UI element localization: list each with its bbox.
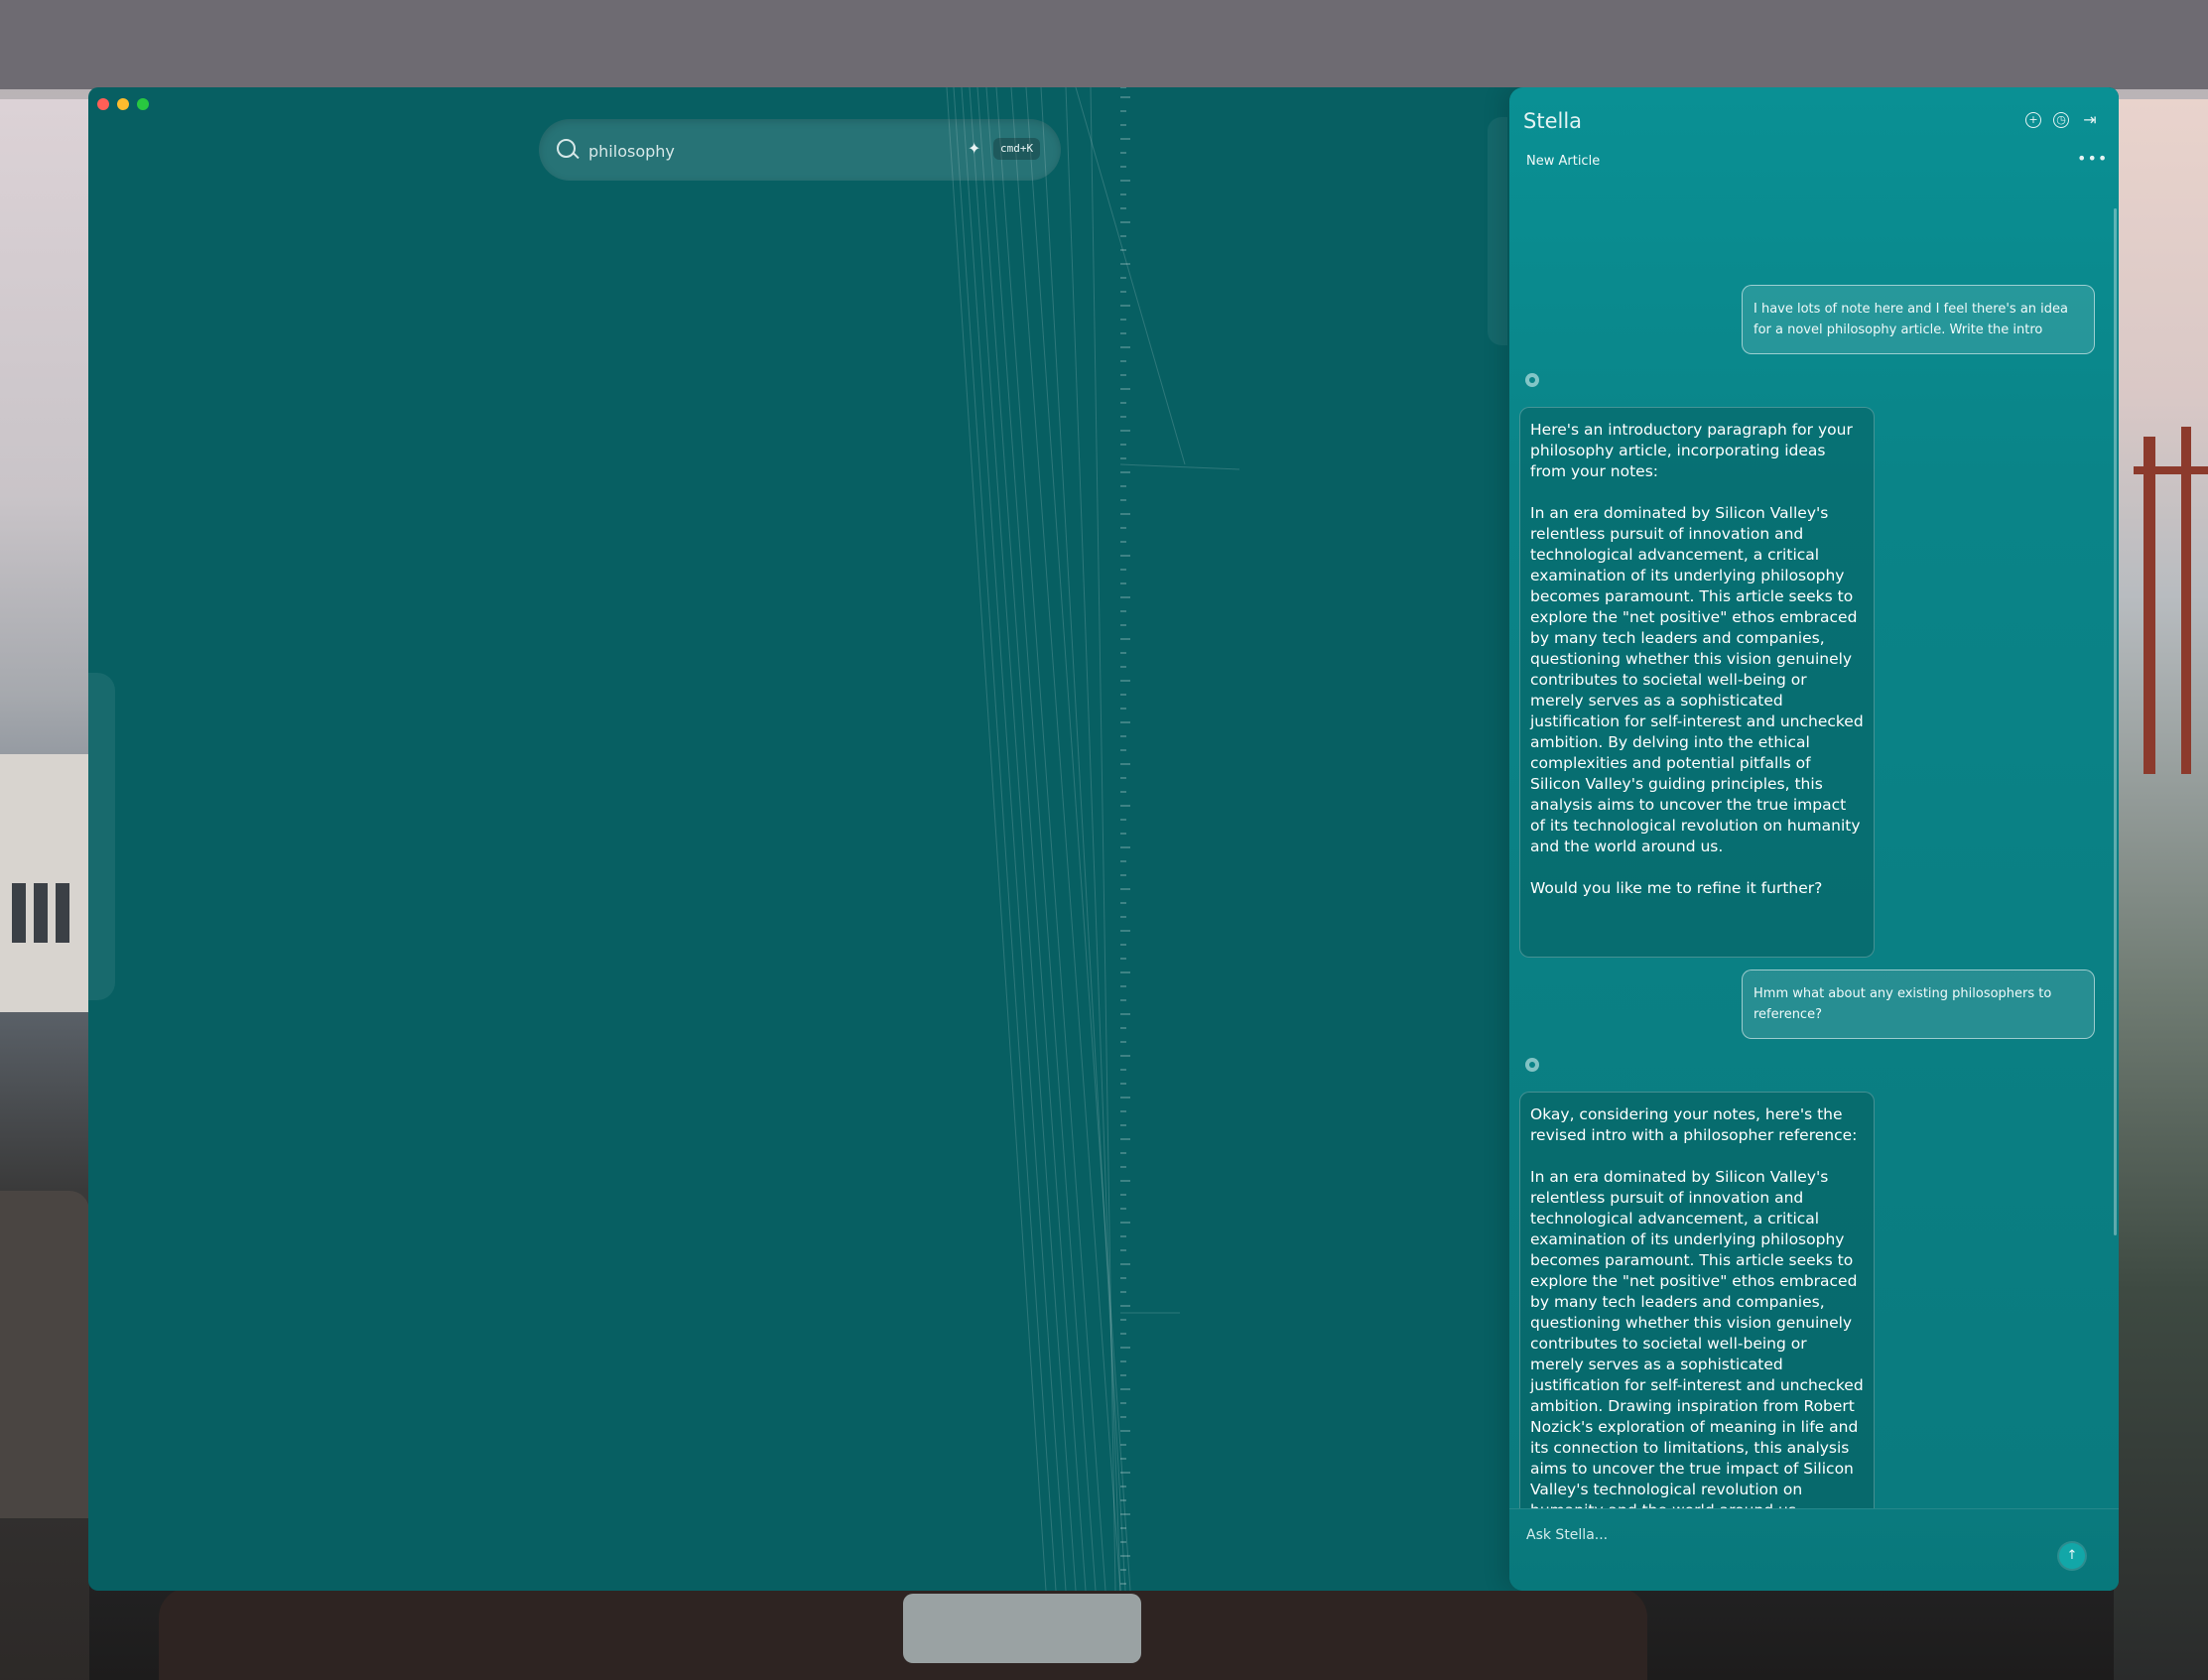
note-graph-canvas[interactable] xyxy=(88,87,1509,1591)
background-bridge-beam xyxy=(2134,466,2208,474)
more-horizontal-icon[interactable]: ••• xyxy=(2077,149,2108,168)
chat-thread[interactable]: I have lots of note here and I feel ther… xyxy=(1509,196,2119,1590)
background-window xyxy=(34,883,48,943)
new-chat-button[interactable]: + xyxy=(2025,112,2041,128)
collapse-panel-button[interactable]: ⇥ xyxy=(2082,112,2098,128)
graph-edge xyxy=(1119,463,1240,470)
user-message-text: Hmm what about any existing philosophers… xyxy=(1753,986,2052,1022)
graph-edges xyxy=(946,87,1240,1591)
graph-edge xyxy=(1090,87,1116,1591)
assistant-paragraph: Here's an introductory paragraph for you… xyxy=(1530,421,1853,480)
assistant-avatar xyxy=(1525,373,1539,387)
background-table-highlight xyxy=(903,1594,1141,1663)
user-message-text: I have lots of note here and I feel ther… xyxy=(1753,302,2068,337)
graph-edge xyxy=(1025,87,1131,1591)
search-bar[interactable]: ✦ cmd+K xyxy=(539,119,1061,181)
search-icon xyxy=(557,139,576,158)
chat-scrollbar[interactable] xyxy=(2114,208,2117,1235)
background-right-scenery xyxy=(2114,99,2208,1680)
assistant-message: Okay, considering your notes, here's the… xyxy=(1519,1092,1875,1533)
arrow-up-icon: ↑ xyxy=(2066,1548,2078,1563)
background-window xyxy=(56,883,69,943)
left-sidebar-handle[interactable] xyxy=(88,673,115,1000)
background-window xyxy=(12,883,26,943)
collapse-right-icon: ⇥ xyxy=(2083,110,2097,129)
graph-edge xyxy=(1075,87,1186,465)
panel-title: Stella xyxy=(1523,109,1583,133)
user-message: Hmm what about any existing philosophers… xyxy=(1742,969,2095,1039)
composer: ↑ xyxy=(1509,1508,2119,1591)
assistant-message: Here's an introductory paragraph for you… xyxy=(1519,407,1875,958)
panel-resize-handle[interactable] xyxy=(1488,117,1507,345)
clock-icon: ◷ xyxy=(2056,113,2066,126)
ask-stella-input[interactable] xyxy=(1524,1519,2005,1551)
send-button[interactable]: ↑ xyxy=(2059,1543,2085,1569)
assistant-avatar xyxy=(1525,1058,1539,1072)
document-title[interactable]: New Article xyxy=(1526,154,1600,169)
background-bridge-tower xyxy=(2181,427,2191,774)
background-bridge-tower xyxy=(2143,437,2155,774)
assistant-paragraph: In an era dominated by Silicon Valley's … xyxy=(1530,1168,1864,1532)
stella-panel: Stella + ◷ ⇥ New Article ••• I have lots… xyxy=(1509,87,2119,1591)
assistant-paragraph: Okay, considering your notes, here's the… xyxy=(1530,1105,1858,1144)
user-message: I have lots of note here and I feel ther… xyxy=(1742,285,2095,354)
plus-circle-icon: + xyxy=(2028,113,2038,126)
app-window: ✦ cmd+K Stella + ◷ ⇥ New Article ••• I h… xyxy=(88,87,2119,1591)
graph-nodes xyxy=(1120,96,1130,1585)
assistant-paragraph: In an era dominated by Silicon Valley's … xyxy=(1530,504,1864,855)
search-input[interactable] xyxy=(586,133,948,169)
graph-edge xyxy=(961,87,1067,1591)
background-house xyxy=(0,754,89,1012)
background-sofa xyxy=(0,1191,89,1518)
sparkle-icon[interactable]: ✦ xyxy=(968,139,980,158)
search-shortcut-badge: cmd+K xyxy=(993,138,1041,160)
graph-edge xyxy=(1010,87,1121,1591)
history-button[interactable]: ◷ xyxy=(2053,112,2069,128)
assistant-paragraph: Would you like me to refine it further? xyxy=(1530,879,1823,897)
graph-edge xyxy=(969,87,1077,1591)
graph-edge xyxy=(995,87,1106,1591)
